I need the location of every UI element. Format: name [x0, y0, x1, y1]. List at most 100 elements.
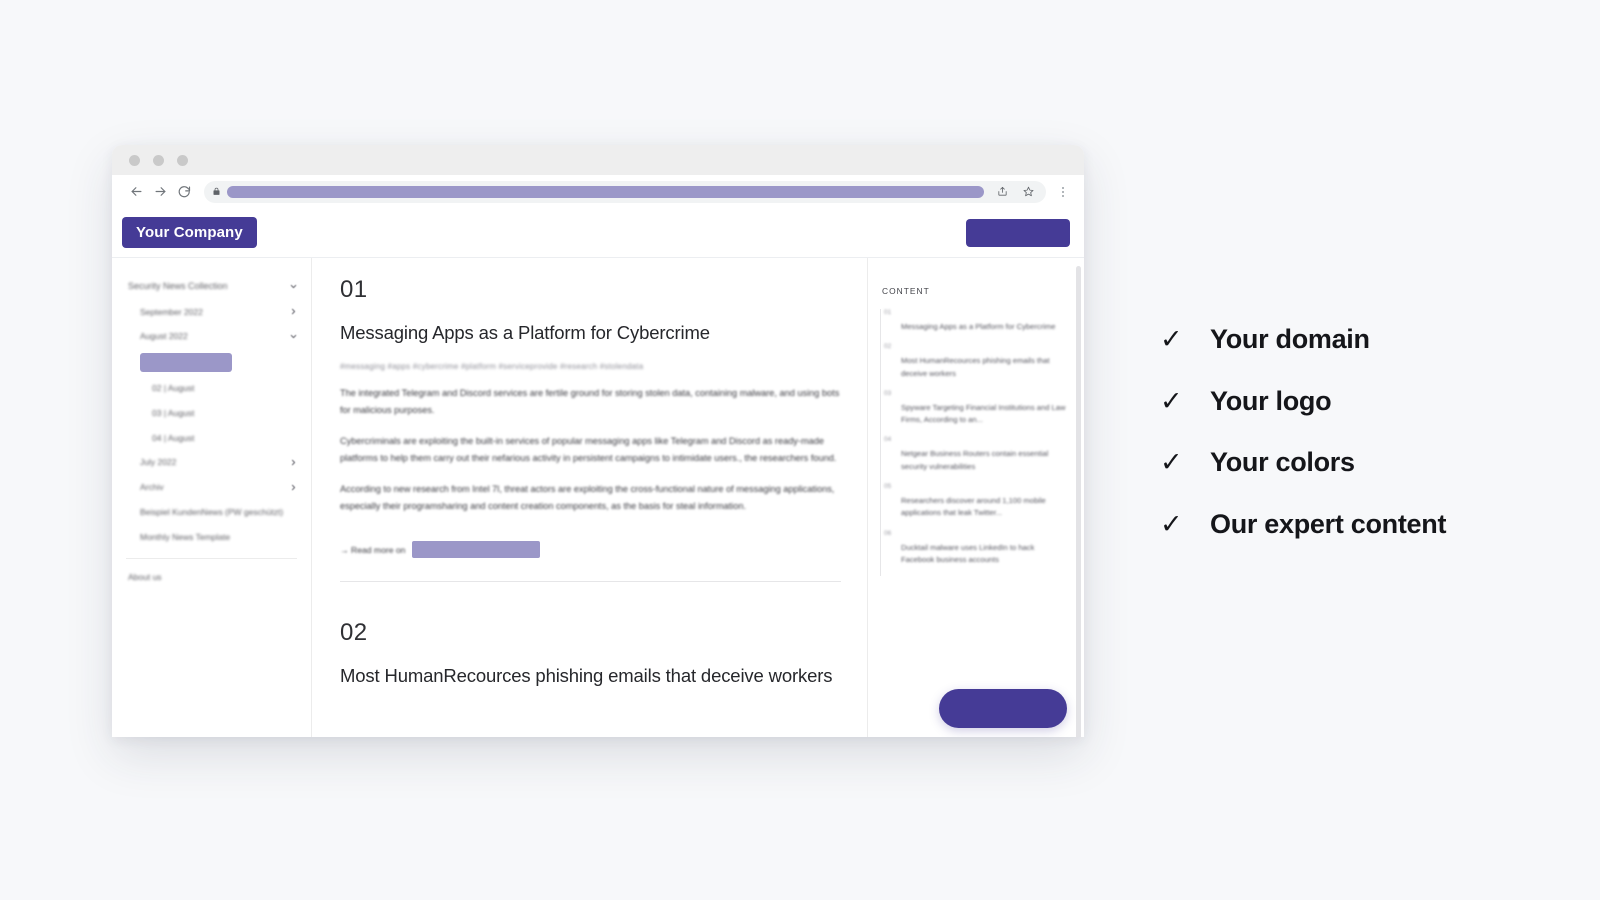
toc-item-number: 02: [884, 343, 892, 351]
toc-list: 01 Messaging Apps as a Platform for Cybe…: [880, 309, 1068, 577]
chevron-right-icon[interactable]: [289, 307, 298, 316]
checklist-item: ✓ Your domain: [1160, 324, 1560, 355]
toc-item[interactable]: 03 Spyware Targeting Financial Instituti…: [881, 390, 1068, 437]
article-paragraph: The integrated Telegram and Discord serv…: [340, 388, 840, 416]
article-01: 01 Messaging Apps as a Platform for Cybe…: [340, 276, 841, 559]
toc-item[interactable]: 02 Most HumanRecources phishing emails t…: [881, 343, 1068, 390]
toc-item-number: 06: [884, 529, 892, 537]
article-column: 01 Messaging Apps as a Platform for Cybe…: [312, 258, 868, 737]
check-icon: ✓: [1160, 324, 1183, 354]
company-logo[interactable]: Your Company: [122, 217, 257, 248]
floating-action-button[interactable]: [939, 689, 1067, 728]
sidebar-item-about-us[interactable]: About us: [112, 565, 311, 590]
sidebar-item-security-news-collection[interactable]: Security News Collection: [112, 274, 311, 300]
share-icon[interactable]: [992, 182, 1012, 202]
sidebar-item-label: July 2022: [140, 457, 177, 468]
kebab-menu-icon[interactable]: [1052, 180, 1074, 204]
toc-item-number: 04: [884, 436, 892, 444]
article-paragraph: Cybercriminals are exploiting the built-…: [340, 436, 837, 464]
article-tags: #messaging #apps #cybercrime #platform #…: [340, 362, 644, 372]
browser-toolbar: [112, 175, 1084, 208]
chevron-down-icon[interactable]: [289, 332, 298, 341]
sidebar-item-label: 04 | August: [152, 432, 195, 443]
read-more-link[interactable]: → Read more on: [340, 541, 841, 559]
sidebar-item-label: Security News Collection: [128, 281, 228, 291]
toc-item-number: 05: [884, 483, 892, 491]
read-more-label: → Read more on: [340, 544, 406, 555]
toc-item-label: Ducktail malware uses LinkedIn to hack F…: [901, 542, 1035, 564]
window-maximize-dot[interactable]: [177, 154, 188, 166]
toc-item-label: Messaging Apps as a Platform for Cybercr…: [901, 322, 1056, 331]
toc-item-label: Researchers discover around 1,100 mobile…: [901, 496, 1046, 518]
sidebar-item-label: 02 | August: [152, 383, 195, 393]
sidebar-item-label: August 2022: [140, 331, 188, 342]
checklist-item: ✓ Our expert content: [1160, 509, 1560, 540]
star-icon[interactable]: [1018, 182, 1038, 202]
page-scrollbar[interactable]: [1076, 266, 1081, 737]
window-close-dot[interactable]: [129, 154, 140, 166]
app-body: Security News Collection September 2022 …: [112, 258, 1084, 737]
sidebar-item-label: 03 | August: [152, 407, 195, 418]
toc-item[interactable]: 01 Messaging Apps as a Platform for Cybe…: [881, 309, 1068, 343]
sidebar-item-03-august[interactable]: 03 | August: [112, 401, 311, 426]
toc-panel: CONTENT 01 Messaging Apps as a Platform …: [868, 258, 1084, 737]
reload-icon[interactable]: [172, 180, 196, 204]
checklist-item-label: Your domain: [1210, 324, 1370, 354]
sidebar-item-monthly-news-template[interactable]: Monthly News Template: [112, 525, 311, 550]
lock-icon: [212, 187, 221, 196]
checklist-item: ✓ Your logo: [1160, 385, 1560, 417]
article-02: 02 Most HumanRecources phishing emails t…: [340, 582, 841, 689]
toc-item[interactable]: 06 Ducktail malware uses LinkedIn to hac…: [881, 530, 1068, 577]
sidebar-item-label: Archiv: [140, 482, 164, 492]
sidebar-item-02-august[interactable]: 02 | August: [112, 376, 311, 401]
sidebar-item-archiv[interactable]: Archiv: [112, 475, 311, 500]
header-cta-redaction[interactable]: [966, 218, 1070, 247]
url-text-redaction: [227, 185, 984, 198]
sidebar-item-label: Beispiel KundenNews (PW geschützt): [140, 506, 284, 517]
sidebar-item-august-2022[interactable]: August 2022: [112, 324, 311, 349]
article-title: Most HumanRecources phishing emails that…: [340, 665, 833, 687]
toc-item-number: 03: [884, 389, 892, 397]
checklist-item-label: Our expert content: [1210, 509, 1447, 540]
sidebar-item-beispiel-kundennews[interactable]: Beispiel KundenNews (PW geschützt): [112, 500, 311, 525]
chevron-right-icon[interactable]: [289, 458, 298, 467]
sidebar-item-04-august[interactable]: 04 | August: [112, 426, 311, 451]
sidebar-item-label: Monthly News Template: [140, 531, 231, 542]
sidebar-item-july-2022[interactable]: July 2022: [112, 450, 311, 475]
article-title: Messaging Apps as a Platform for Cybercr…: [340, 322, 710, 343]
arrow-right-icon[interactable]: [148, 180, 172, 204]
browser-window: Your Company Security News Collection Se…: [112, 145, 1084, 737]
chevron-right-icon[interactable]: [289, 483, 298, 492]
check-icon: ✓: [1160, 447, 1183, 478]
url-bar[interactable]: [204, 180, 1046, 203]
check-icon: ✓: [1160, 385, 1183, 416]
article-index: 01: [340, 276, 368, 303]
sidebar-item-label: September 2022: [140, 306, 203, 317]
arrow-left-icon[interactable]: [124, 180, 148, 204]
toc-item[interactable]: 05 Researchers discover around 1,100 mob…: [881, 483, 1068, 530]
toc-item-label: Spyware Targeting Financial Institutions…: [901, 402, 1066, 425]
marketing-checklist: ✓ Your domain ✓ Your logo ✓ Your colors …: [1160, 324, 1560, 572]
toc-item[interactable]: 04 Netgear Business Routers contain esse…: [881, 436, 1068, 483]
toc-item-label: Most HumanRecources phishing emails that…: [901, 356, 1050, 378]
checklist-item-label: Your colors: [1210, 447, 1355, 478]
checklist-item-label: Your logo: [1210, 385, 1332, 416]
toc-item-number: 01: [884, 309, 892, 316]
check-icon: ✓: [1160, 509, 1183, 540]
sidebar-item-label: About us: [128, 572, 162, 583]
toc-heading: CONTENT: [882, 286, 930, 296]
sidebar-item-active-redaction[interactable]: [140, 353, 232, 372]
window-minimize-dot[interactable]: [153, 154, 164, 166]
checklist-item: ✓ Your colors: [1160, 448, 1560, 478]
article-paragraph: According to new research from Intel 7l,…: [340, 484, 835, 512]
sidebar-nav: Security News Collection September 2022 …: [112, 258, 312, 737]
app-header: Your Company: [112, 208, 1084, 258]
app-viewport: Your Company Security News Collection Se…: [112, 208, 1084, 737]
browser-title-bar: [112, 145, 1084, 175]
article-index: 02: [340, 619, 368, 647]
chevron-down-icon[interactable]: [289, 282, 298, 291]
sidebar-divider: [126, 558, 297, 560]
sidebar-item-september-2022[interactable]: September 2022: [112, 300, 311, 325]
toc-item-label: Netgear Business Routers contain essenti…: [901, 449, 1049, 471]
read-more-source-redaction[interactable]: [412, 541, 541, 559]
